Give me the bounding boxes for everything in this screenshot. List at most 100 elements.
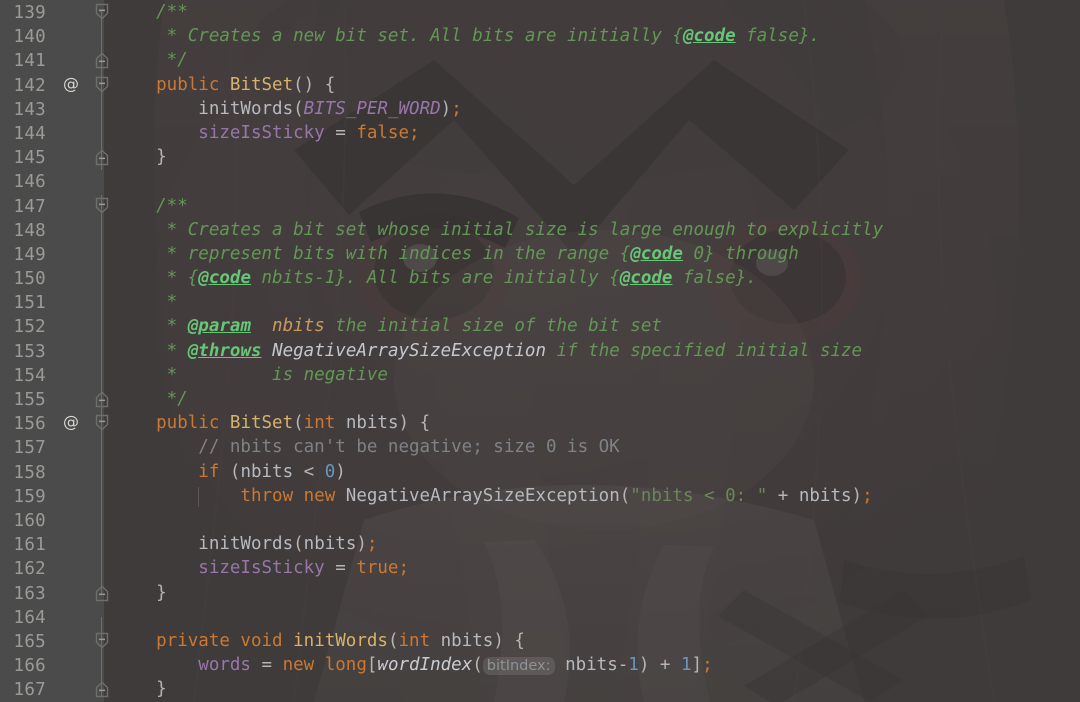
line-number: 150 <box>13 269 46 290</box>
gutter-row[interactable]: 159 <box>0 484 104 508</box>
gutter-row[interactable]: 162 <box>0 556 104 580</box>
gutter-row[interactable]: 148 <box>0 218 104 242</box>
code-line[interactable]: */ <box>104 387 1080 411</box>
gutter-row[interactable]: 151 <box>0 290 104 314</box>
code-line[interactable]: initWords(BITS_PER_WORD); <box>104 97 1080 121</box>
code-token: "nbits < 0: " <box>630 485 768 506</box>
code-token: int <box>303 413 336 434</box>
code-token: [ <box>366 655 378 676</box>
code-token: ; <box>451 98 462 119</box>
code-line[interactable]: * is negative <box>104 363 1080 387</box>
code-token: * <box>114 292 178 313</box>
line-number: 144 <box>13 123 46 144</box>
gutter-row[interactable]: 146 <box>0 169 104 193</box>
code-line[interactable]: * {@code nbits-1}. All bits are initiall… <box>104 266 1080 290</box>
code-token: ( <box>387 630 399 651</box>
code-line[interactable]: public BitSet() { <box>104 73 1080 97</box>
gutter-row[interactable]: 154 <box>0 363 104 387</box>
gutter-row[interactable]: 156 @ <box>0 411 109 435</box>
at-annotation-icon[interactable]: @ <box>62 413 80 431</box>
gutter-row[interactable]: 144 <box>0 121 104 145</box>
gutter-row[interactable]: 167 <box>0 677 109 701</box>
gutter-row[interactable]: 145 <box>0 145 109 169</box>
code-line[interactable]: throw new NegativeArraySizeException("nb… <box>104 484 1080 508</box>
code-token: ( <box>472 655 483 676</box>
code-token: BitSet <box>229 413 294 434</box>
code-line[interactable] <box>104 169 1080 193</box>
code-line[interactable]: * <box>104 290 1080 314</box>
code-line[interactable]: } <box>104 677 1080 701</box>
gutter-row[interactable]: 153 <box>0 339 104 363</box>
code-line[interactable]: * @param nbits the initial size of the b… <box>104 314 1080 338</box>
code-line[interactable]: /** <box>104 194 1080 218</box>
code-token: () { <box>293 74 336 95</box>
gutter-row[interactable]: 158 <box>0 460 104 484</box>
gutter-row[interactable]: 165 <box>0 629 109 653</box>
gutter-row[interactable]: 150 <box>0 266 104 290</box>
code-token: nbits <box>335 413 399 434</box>
gutter-row[interactable]: 155 <box>0 387 109 411</box>
gutter-row[interactable]: 163 <box>0 581 109 605</box>
gutter-row[interactable]: 149 <box>0 242 104 266</box>
gutter-row[interactable]: 141 <box>0 48 109 72</box>
code-token: nbits <box>250 316 325 337</box>
code-token: false}. <box>672 268 757 289</box>
code-token: 1 <box>628 655 639 676</box>
code-line[interactable]: public BitSet(int nbits) { <box>104 411 1080 435</box>
code-token: + <box>767 485 799 506</box>
at-annotation-icon[interactable]: @ <box>62 74 80 93</box>
code-token: if the specified initial size <box>546 340 863 361</box>
line-number: 164 <box>13 607 46 628</box>
line-number: 167 <box>13 680 46 701</box>
code-line[interactable]: if (nbits < 0) <box>104 460 1080 484</box>
code-token: ( <box>619 485 631 506</box>
code-token: true <box>356 558 399 579</box>
code-line[interactable]: } <box>104 145 1080 169</box>
code-token: * Creates a new bit set. All bits are in… <box>114 26 683 47</box>
code-token: < <box>293 461 325 482</box>
code-text-area[interactable]: /** * Creates a new bit set. All bits ar… <box>104 0 1080 702</box>
code-line[interactable]: sizeIsSticky = false; <box>104 121 1080 145</box>
code-token: words <box>114 655 251 676</box>
gutter-row[interactable]: 143 <box>0 97 104 121</box>
code-editor[interactable]: 139 140 141 142 @143 144 145 146 147 148 149 150 151… <box>0 0 1080 702</box>
gutter-row[interactable]: 140 <box>0 24 104 48</box>
code-token: * { <box>114 268 199 289</box>
code-token: } <box>114 147 167 168</box>
code-line[interactable]: // nbits can't be negative; size 0 is OK <box>104 435 1080 459</box>
code-token: @code <box>198 268 251 289</box>
code-token: @throws <box>187 340 262 361</box>
code-line[interactable]: sizeIsSticky = true; <box>104 556 1080 580</box>
gutter-row[interactable]: 147 <box>0 194 109 218</box>
line-number: 140 <box>13 27 46 48</box>
code-line[interactable]: * Creates a bit set whose initial size i… <box>104 218 1080 242</box>
code-token: ; <box>409 122 420 143</box>
code-token: @code <box>630 243 683 264</box>
editor-gutter[interactable]: 139 140 141 142 @143 144 145 146 147 148 149 150 151… <box>0 0 109 702</box>
gutter-row[interactable]: 152 <box>0 314 104 338</box>
code-line[interactable]: * Creates a new bit set. All bits are in… <box>104 24 1080 48</box>
code-token: ( <box>293 413 304 434</box>
code-token: ( <box>293 98 304 119</box>
code-line[interactable]: private void initWords(int nbits) { <box>104 629 1080 653</box>
gutter-row[interactable]: 164 <box>0 605 104 629</box>
code-line[interactable]: initWords(nbits); <box>104 532 1080 556</box>
code-line[interactable]: */ <box>104 48 1080 72</box>
code-line[interactable]: words = new long[wordIndex(bitIndex: nbi… <box>104 653 1080 677</box>
gutter-row[interactable]: 139 <box>0 0 109 24</box>
gutter-row[interactable]: 161 <box>0 532 104 556</box>
code-line[interactable]: } <box>104 581 1080 605</box>
code-token: throw new <box>114 485 346 506</box>
gutter-row[interactable]: 142 @ <box>0 73 109 97</box>
code-line[interactable]: * @throws NegativeArraySizeException if … <box>104 339 1080 363</box>
gutter-row[interactable]: 160 <box>0 508 104 532</box>
code-token: nbits <box>430 630 494 651</box>
code-token: ( <box>229 461 241 482</box>
gutter-row[interactable]: 166 <box>0 653 104 677</box>
gutter-row[interactable]: 157 <box>0 435 104 459</box>
code-line[interactable]: * represent bits with indices in the ran… <box>104 242 1080 266</box>
code-line[interactable]: /** <box>104 0 1080 24</box>
code-line[interactable] <box>104 605 1080 629</box>
code-line[interactable] <box>104 508 1080 532</box>
code-token: private void <box>114 630 294 651</box>
